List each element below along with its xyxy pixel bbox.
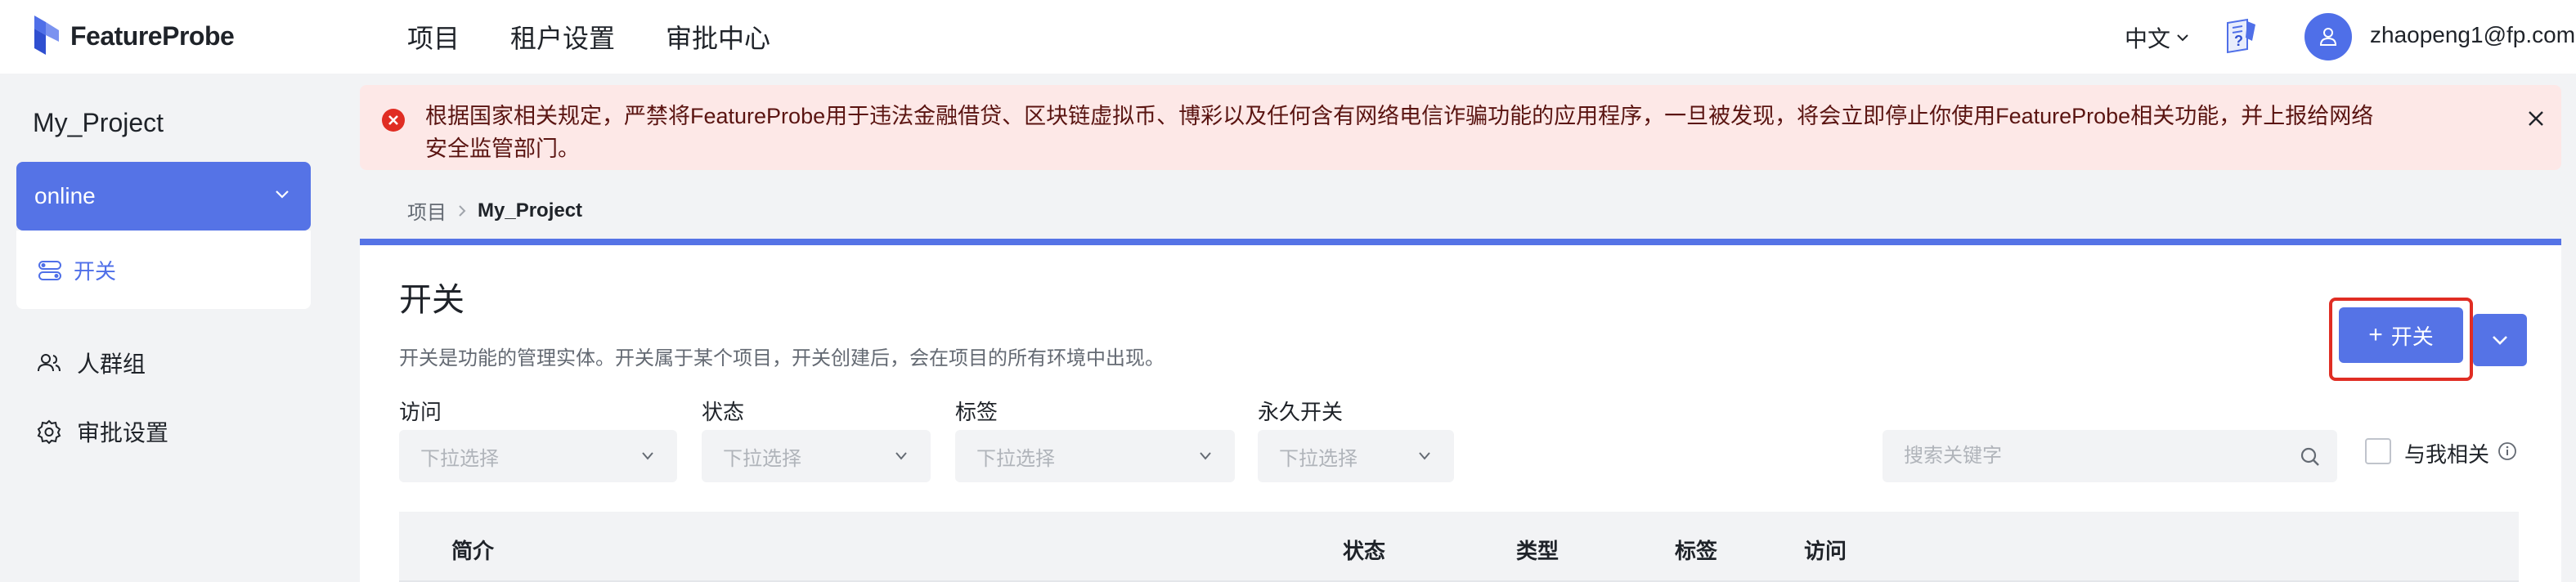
filter-select-status[interactable]: 下拉选择	[702, 430, 931, 482]
filter-label-tags: 标签	[955, 400, 999, 424]
gear-icon	[37, 419, 61, 445]
main-nav: 项目 租户设置 审批中心	[407, 0, 770, 74]
breadcrumb-projects[interactable]: 项目	[407, 196, 447, 225]
toggles-card: 开关 开关是功能的管理实体。开关属于某个项目，开关创建后，会在项目的所有环境中出…	[360, 239, 2561, 582]
filter-select-tags[interactable]: 下拉选择	[955, 430, 1235, 482]
filter-label-visits: 访问	[399, 400, 442, 424]
column-header-visits: 访问	[1804, 539, 1847, 563]
sidebar-item-label: 人群组	[77, 351, 146, 377]
language-switcher[interactable]: 中文	[2125, 21, 2190, 54]
column-header-tags: 标签	[1675, 539, 1718, 563]
project-name: My_Project	[33, 108, 164, 137]
close-icon[interactable]	[2527, 110, 2545, 128]
filter-label-status: 状态	[702, 400, 745, 424]
docs-icon[interactable]: ?	[2223, 16, 2260, 56]
compliance-alert: 根据国家相关规定，严禁将FeatureProbe用于违法金融借贷、区块链虚拟币、…	[360, 85, 2561, 170]
column-header-status: 状态	[1343, 539, 1386, 563]
nav-approval-center[interactable]: 审批中心	[666, 18, 770, 56]
nav-projects[interactable]: 项目	[407, 18, 460, 56]
related-to-me-label[interactable]: 与我相关	[2404, 438, 2489, 468]
environment-menu: 开关	[16, 231, 311, 309]
filter-placeholder: 下拉选择	[420, 447, 499, 470]
avatar[interactable]	[2304, 13, 2352, 60]
filter-select-permanent[interactable]: 下拉选择	[1258, 430, 1454, 482]
chevron-down-icon	[2177, 34, 2188, 42]
alert-message: 根据国家相关规定，严禁将FeatureProbe用于违法金融借贷、区块链虚拟币、…	[425, 104, 2374, 161]
sidebar-item-label: 审批设置	[77, 420, 169, 445]
main-content: 根据国家相关规定，严禁将FeatureProbe用于违法金融借贷、区块链虚拟币、…	[358, 74, 2576, 582]
search-input[interactable]	[1883, 430, 2337, 482]
logo-mark-icon	[34, 16, 59, 55]
chevron-right-icon	[459, 204, 466, 217]
plus-icon: +	[2368, 321, 2383, 348]
sidebar-item-approval-settings[interactable]: 审批设置	[36, 415, 168, 448]
user-icon	[2319, 28, 2337, 46]
users-icon	[38, 354, 61, 372]
chevron-down-icon	[895, 452, 907, 460]
filter-placeholder: 下拉选择	[976, 447, 1055, 470]
add-toggle-label: 开关	[2390, 324, 2434, 349]
user-email[interactable]: zhaopeng1@fp.com	[2370, 22, 2575, 48]
logo[interactable]: FeatureProbe	[31, 10, 235, 62]
chevron-down-icon	[276, 190, 289, 199]
chevron-down-icon	[1419, 452, 1430, 460]
filter-placeholder: 下拉选择	[723, 447, 801, 470]
column-header-type: 类型	[1516, 539, 1560, 563]
svg-text:?: ?	[2234, 33, 2243, 49]
sidebar-item-segments[interactable]: 人群组	[36, 347, 146, 379]
nav-tenant-settings[interactable]: 租户设置	[510, 18, 615, 56]
add-toggle-dropdown-button[interactable]	[2473, 314, 2527, 366]
page-title: 开关	[399, 282, 464, 318]
sidebar: My_Project online 开关 人群组 审批设置	[0, 74, 358, 582]
top-header: FeatureProbe 项目 租户设置 审批中心 中文 ? zhaopeng1…	[0, 0, 2576, 74]
filter-label-permanent: 永久开关	[1258, 400, 1344, 424]
table-header: 简介 状态 类型 标签 访问	[399, 512, 2519, 582]
chevron-down-icon	[2493, 336, 2507, 345]
breadcrumb-current: My_Project	[478, 199, 583, 222]
language-label: 中文	[2125, 26, 2171, 51]
add-toggle-button[interactable]: + 开关	[2339, 307, 2463, 363]
filter-select-visits[interactable]: 下拉选择	[399, 430, 677, 482]
toggle-icon	[38, 260, 61, 280]
chevron-down-icon	[1200, 452, 1211, 460]
logo-text: FeatureProbe	[70, 20, 235, 51]
sidebar-item-label: 开关	[74, 259, 117, 284]
sidebar-item-toggles[interactable]: 开关	[38, 255, 116, 285]
chevron-down-icon	[642, 452, 653, 460]
environment-label: online	[34, 183, 96, 208]
column-header-description: 简介	[451, 539, 495, 563]
search-icon[interactable]	[2300, 446, 2321, 468]
error-icon	[382, 109, 405, 132]
page-description: 开关是功能的管理实体。开关属于某个项目，开关创建后，会在项目的所有环境中出现。	[399, 347, 1165, 369]
info-icon[interactable]	[2497, 441, 2517, 461]
related-to-me-checkbox[interactable]	[2365, 438, 2391, 464]
breadcrumb: 项目 My_Project	[407, 196, 582, 225]
environment-select[interactable]: online	[16, 162, 311, 231]
filter-placeholder: 下拉选择	[1279, 447, 1358, 470]
